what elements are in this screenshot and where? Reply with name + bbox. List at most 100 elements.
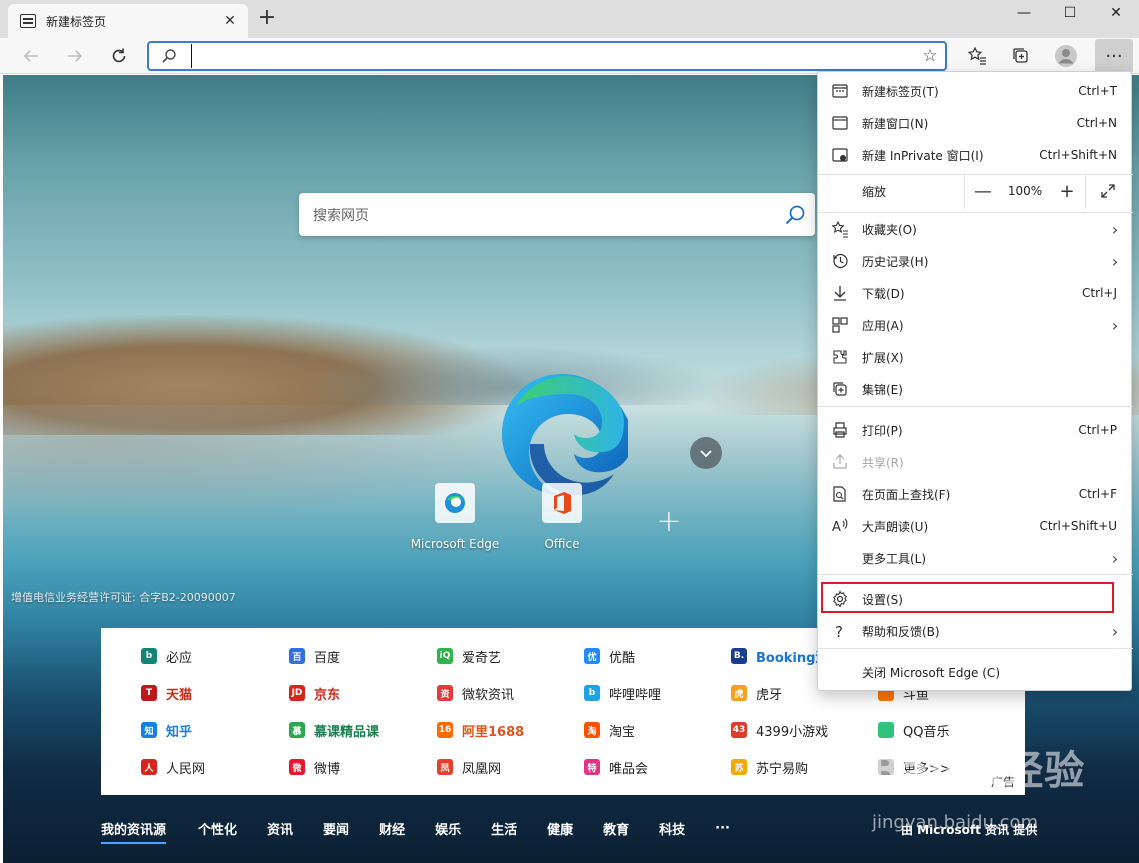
- collections-button[interactable]: [1005, 40, 1037, 72]
- site-link[interactable]: 资微软资讯: [437, 683, 514, 703]
- zoom-in-button[interactable]: +: [1049, 173, 1085, 209]
- quick-link-microsoft-edge[interactable]: Microsoft Edge: [405, 483, 505, 563]
- history-icon: [818, 245, 862, 277]
- tab-title: 新建标签页: [46, 14, 107, 29]
- site-link[interactable]: iQ 爱奇艺: [437, 646, 501, 666]
- feed-tab[interactable]: 生活: [491, 819, 517, 842]
- site-link[interactable]: 知知乎: [141, 720, 192, 740]
- profile-button[interactable]: [1050, 40, 1082, 72]
- fullscreen-icon: [1100, 184, 1115, 198]
- site-link[interactable]: 淘淘宝: [584, 720, 635, 740]
- site-link[interactable]: QQ音乐: [878, 720, 949, 740]
- menu-separator: [818, 406, 1133, 407]
- close-window-button[interactable]: ✕: [1093, 0, 1139, 26]
- menu-item-history[interactable]: 历史记录(H) ›: [818, 245, 1133, 277]
- settings-and-more-menu: 新建标签页(T) Ctrl+T 新建窗口(N) Ctrl+N 新建 InPrivate …: [817, 71, 1133, 691]
- quick-link-office[interactable]: Office: [512, 483, 612, 563]
- site-link[interactable]: 慕慕课精品课: [289, 720, 379, 740]
- site-link[interactable]: 微微博: [289, 757, 340, 777]
- site-favicon-icon: 慕: [289, 722, 305, 738]
- address-input[interactable]: [191, 44, 915, 68]
- menu-separator: [818, 212, 1133, 213]
- site-favicon-icon: 16: [437, 722, 453, 738]
- minimize-button[interactable]: —: [1001, 0, 1047, 26]
- site-link[interactable]: 优优酷: [584, 646, 635, 666]
- menu-item-label: 收藏夹(O): [862, 222, 917, 237]
- feed-tab[interactable]: 财经: [379, 819, 405, 842]
- site-link[interactable]: b 哔哩哔哩: [584, 683, 661, 703]
- site-link[interactable]: 16 阿里1688: [437, 720, 524, 740]
- back-arrow-icon: [23, 50, 38, 62]
- site-favicon-icon: 资: [437, 685, 453, 701]
- tab-new-tab[interactable]: 新建标签页 ✕: [8, 4, 248, 38]
- site-link[interactable]: b 必应: [141, 646, 192, 666]
- site-link[interactable]: 人人民网: [141, 757, 205, 777]
- menu-item-label: 集锦(E): [862, 382, 903, 397]
- site-link-label: 百度: [314, 650, 341, 666]
- site-link[interactable]: B. Booking酒: [731, 646, 828, 666]
- new-tab-button[interactable]: +: [254, 6, 280, 32]
- feed-tab[interactable]: 娱乐: [435, 819, 461, 842]
- menu-item-download[interactable]: 下载(D) Ctrl+J: [818, 277, 1133, 309]
- menu-item-find[interactable]: 在页面上查找(F) Ctrl+F: [818, 478, 1133, 510]
- settings-and-more-button[interactable]: ···: [1095, 39, 1133, 73]
- site-link[interactable]: T 天猫: [141, 683, 192, 703]
- menu-item-favorites[interactable]: 收藏夹(O) ›: [818, 213, 1133, 245]
- site-link-label: 爱奇艺: [462, 650, 502, 666]
- menu-item-new-window[interactable]: 新建窗口(N) Ctrl+N: [818, 107, 1133, 139]
- chevron-right-icon: ›: [1111, 251, 1119, 271]
- site-favicon-icon: T: [141, 685, 157, 701]
- menu-item-new-tab[interactable]: 新建标签页(T) Ctrl+T: [818, 75, 1133, 107]
- forward-button[interactable]: [59, 40, 91, 72]
- add-quick-link-button[interactable]: +: [653, 507, 685, 539]
- fullscreen-button[interactable]: [1085, 173, 1129, 209]
- site-link[interactable]: 凤凤凰网: [437, 757, 501, 777]
- feed-tab[interactable]: 要闻: [323, 819, 349, 842]
- chevron-down-icon: [700, 450, 712, 458]
- menu-item-share[interactable]: 共享(R): [818, 446, 1133, 478]
- feed-tab[interactable]: 资讯: [267, 819, 293, 842]
- site-link-label: 优酷: [609, 650, 636, 666]
- search-icon[interactable]: [775, 195, 815, 235]
- feed-tab[interactable]: 科技: [659, 819, 685, 842]
- menu-item-collections[interactable]: 集锦(E): [818, 373, 1133, 405]
- refresh-icon: [112, 48, 126, 63]
- site-link[interactable]: 虎虎牙: [731, 683, 782, 703]
- site-link[interactable]: JD 京东: [289, 683, 340, 703]
- zoom-out-button[interactable]: —: [965, 173, 1001, 209]
- menu-item-extensions[interactable]: 扩展(X): [818, 341, 1133, 373]
- menu-item-more-tools[interactable]: 更多工具(L) ›: [818, 542, 1133, 574]
- blank-icon: [818, 542, 862, 574]
- menu-item-inprivate[interactable]: 新建 InPrivate 窗口(I) Ctrl+Shift+N: [818, 139, 1133, 171]
- site-link[interactable]: 苏苏宁易购: [731, 757, 808, 777]
- feed-tab[interactable]: 教育: [603, 819, 629, 842]
- tab-close-icon[interactable]: ✕: [218, 9, 242, 33]
- add-favorite-star-icon[interactable]: ☆: [915, 46, 945, 66]
- menu-item-shortcut: Ctrl+Shift+U: [1039, 519, 1117, 533]
- feed-tab[interactable]: ···: [715, 821, 730, 840]
- menu-item-read-aloud[interactable]: A 大声朗读(U) Ctrl+Shift+U: [818, 510, 1133, 542]
- menu-item-print[interactable]: 打印(P) Ctrl+P: [818, 414, 1133, 446]
- maximize-button[interactable]: ☐: [1047, 0, 1093, 26]
- web-search-box[interactable]: 搜索网页: [299, 193, 815, 236]
- menu-item-apps[interactable]: 应用(A) ›: [818, 309, 1133, 341]
- site-link[interactable]: 43 4399小游戏: [731, 720, 828, 740]
- site-link-label: 天猫: [166, 687, 193, 703]
- feed-tab[interactable]: 个性化: [198, 819, 237, 842]
- menu-separator: [818, 574, 1133, 575]
- feed-tab[interactable]: 健康: [547, 819, 573, 842]
- feed-tab[interactable]: 我的资讯源: [101, 819, 167, 844]
- menu-item-close-edge[interactable]: 关闭 Microsoft Edge (C): [818, 656, 1133, 688]
- site-link[interactable]: 特唯品会: [584, 757, 648, 777]
- favorites-button[interactable]: [961, 40, 993, 72]
- back-button[interactable]: [15, 40, 47, 72]
- menu-separator: [818, 648, 1133, 649]
- scroll-down-button[interactable]: [690, 437, 722, 469]
- menu-item-help[interactable]: ? 帮助和反馈(B) ›: [818, 615, 1133, 647]
- menu-item-label: 新建 InPrivate 窗口(I): [862, 148, 984, 163]
- refresh-button[interactable]: [103, 40, 135, 72]
- address-bar[interactable]: ☆: [147, 41, 947, 71]
- search-input[interactable]: 搜索网页: [313, 205, 775, 225]
- share-icon: [818, 446, 862, 478]
- site-link[interactable]: 百百度: [289, 646, 340, 666]
